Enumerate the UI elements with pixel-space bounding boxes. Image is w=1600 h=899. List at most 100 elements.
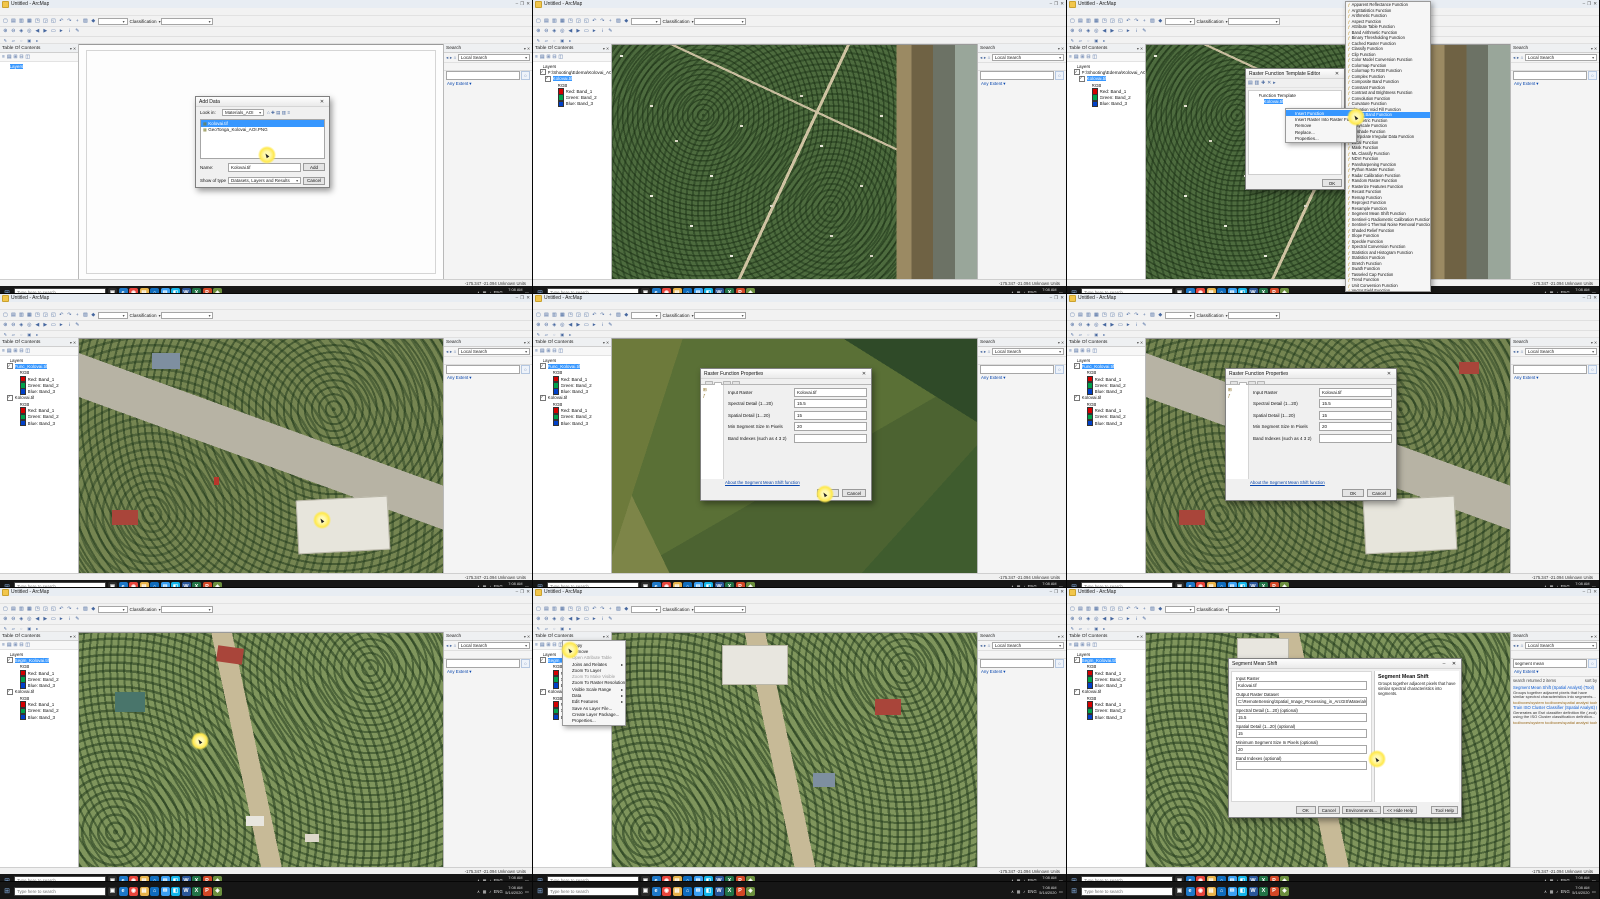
search-input[interactable]: segment mean bbox=[1513, 659, 1587, 668]
measure-icon[interactable]: ✎ bbox=[1141, 323, 1148, 328]
back-icon[interactable]: ◂ bbox=[1513, 643, 1515, 649]
table-icon[interactable]: ▧ bbox=[615, 607, 622, 612]
show-of-type-combobox[interactable]: Datasets, Layers and Results bbox=[228, 177, 301, 184]
snap-icon[interactable]: ▣ bbox=[26, 626, 33, 631]
language-indicator[interactable]: ENG bbox=[1561, 889, 1570, 894]
home-icon[interactable]: ⌂ bbox=[454, 55, 457, 60]
select-elements-icon[interactable]: ► bbox=[58, 29, 65, 34]
forward-extent-icon[interactable]: ▶ bbox=[575, 617, 582, 622]
forward-extent-icon[interactable]: ▶ bbox=[1109, 323, 1116, 328]
select-elements-icon[interactable]: ► bbox=[591, 617, 598, 622]
print-icon[interactable]: ▦ bbox=[26, 313, 33, 318]
maximize-icon[interactable]: ❐ bbox=[1587, 589, 1591, 595]
microsoft-store-icon[interactable]: ⌂ bbox=[150, 886, 159, 896]
back-extent-icon[interactable]: ◀ bbox=[567, 617, 574, 622]
save-icon[interactable]: ▥ bbox=[18, 313, 25, 318]
identify-icon[interactable]: i bbox=[1133, 29, 1140, 34]
gp-parameter[interactable]: Output Raster Dataset C:\RemoteSensing\Sp… bbox=[1236, 692, 1367, 706]
arcmap-icon[interactable]: ◈ bbox=[746, 876, 755, 881]
pan-icon[interactable]: ◈ bbox=[551, 617, 558, 622]
microsoft-store-icon[interactable]: ⌂ bbox=[683, 886, 692, 896]
volume-icon[interactable]: ♪ bbox=[1556, 878, 1558, 881]
select-elements-icon[interactable]: ► bbox=[1125, 617, 1132, 622]
home-icon[interactable]: ⌂ bbox=[1521, 349, 1524, 354]
any-extent-link[interactable]: Any Extent bbox=[981, 375, 1002, 381]
list-by-visibility-icon[interactable]: ⊞ bbox=[546, 55, 550, 60]
search-result-item[interactable]: Segment Mean Shift (Spatial Analyst) (To… bbox=[1513, 685, 1597, 705]
ok-button[interactable]: OK bbox=[1342, 489, 1364, 497]
identify-icon[interactable]: i bbox=[66, 617, 73, 622]
forward-icon[interactable]: ▸ bbox=[984, 55, 986, 61]
list-by-selection-icon[interactable]: ⊟ bbox=[1086, 349, 1090, 354]
taskbar-search-input[interactable] bbox=[14, 876, 106, 881]
classification-menu[interactable]: Classification bbox=[662, 313, 691, 318]
table-icon[interactable]: ▧ bbox=[1149, 607, 1156, 612]
paste-icon[interactable]: ◱ bbox=[50, 313, 57, 318]
measure-icon[interactable]: ✎ bbox=[607, 617, 614, 622]
classification-menu[interactable]: Classification bbox=[662, 607, 691, 612]
full-extent-icon[interactable]: ◎ bbox=[559, 323, 566, 328]
options-icon[interactable]: ◫ bbox=[1092, 55, 1097, 60]
add-data-icon[interactable]: + bbox=[607, 19, 614, 24]
dialog-tab[interactable] bbox=[723, 381, 731, 384]
add-data-icon[interactable]: + bbox=[607, 313, 614, 318]
back-extent-icon[interactable]: ◀ bbox=[34, 29, 41, 34]
sort-by-link[interactable]: sort by bbox=[1585, 678, 1597, 683]
options-icon[interactable]: ◫ bbox=[25, 643, 30, 648]
layer-checkbox[interactable] bbox=[540, 688, 546, 695]
catalog-icon[interactable]: ◆ bbox=[623, 607, 630, 612]
pan-icon[interactable]: ◈ bbox=[1085, 617, 1092, 622]
task-view-icon[interactable]: ▣ bbox=[641, 886, 650, 896]
dialog-field[interactable]: Min Segment Size In Pixels 20 bbox=[728, 422, 867, 431]
search-icon[interactable]: ○ bbox=[1588, 365, 1597, 374]
copy-icon[interactable]: ◲ bbox=[1109, 313, 1116, 318]
minimize-icon[interactable]: – bbox=[1050, 1, 1053, 7]
home-icon[interactable]: ⌂ bbox=[454, 643, 457, 648]
copy-icon[interactable]: ◲ bbox=[575, 313, 582, 318]
microsoft-store-icon[interactable]: ⌂ bbox=[1217, 876, 1226, 881]
context-menu-item[interactable]: Properties... bbox=[1286, 135, 1356, 141]
scale-combobox[interactable] bbox=[1164, 605, 1195, 613]
print-icon[interactable]: ▦ bbox=[559, 19, 566, 24]
photos-icon[interactable]: ◧ bbox=[704, 886, 713, 896]
dialog-field[interactable]: Min Segment Size In Pixels 20 bbox=[1253, 422, 1392, 431]
classification-layer-combobox[interactable] bbox=[694, 605, 747, 613]
print-icon[interactable]: ▦ bbox=[559, 313, 566, 318]
sketch-icon[interactable]: ▱ bbox=[543, 332, 550, 337]
language-indicator[interactable]: ENG bbox=[494, 878, 503, 881]
start-button[interactable]: ⊞ bbox=[2, 877, 12, 882]
pin-icon[interactable]: ▾ bbox=[524, 634, 526, 639]
tool-help-button[interactable]: Tool Help bbox=[1431, 806, 1458, 814]
language-indicator[interactable]: ENG bbox=[1028, 878, 1037, 881]
zoom-out-icon[interactable]: ⊖ bbox=[1077, 29, 1084, 34]
layer-checkbox[interactable] bbox=[540, 394, 546, 401]
close-icon[interactable]: ✕ bbox=[73, 46, 76, 51]
home-icon[interactable]: ⌂ bbox=[1521, 643, 1524, 648]
snap-icon[interactable]: ▣ bbox=[559, 332, 566, 337]
gp-parameter[interactable]: Spatial Detail (1...20) (optional) 15 bbox=[1236, 724, 1367, 738]
pin-icon[interactable]: ▾ bbox=[1591, 340, 1593, 345]
gp-parameter[interactable]: Band Indexes (optional) bbox=[1236, 756, 1367, 770]
toc-layer-item[interactable]: Blue: Band_3 bbox=[0, 419, 78, 427]
dialog-tab[interactable] bbox=[705, 381, 713, 384]
name-field[interactable]: Kolovai.tif bbox=[228, 162, 301, 172]
new-map-icon[interactable]: ▢ bbox=[535, 313, 542, 318]
paste-icon[interactable]: ◱ bbox=[583, 313, 590, 318]
back-icon[interactable]: ◂ bbox=[980, 55, 982, 61]
editor-pencil-icon[interactable]: ✎ bbox=[535, 332, 542, 337]
snap-icon[interactable]: ▣ bbox=[1093, 38, 1100, 43]
powerpoint-icon[interactable]: P bbox=[735, 876, 745, 881]
mail-icon[interactable]: ✉ bbox=[160, 876, 170, 881]
table-icon[interactable]: ▧ bbox=[615, 19, 622, 24]
undo-icon[interactable]: ↶ bbox=[58, 313, 65, 318]
photos-icon[interactable]: ◧ bbox=[704, 876, 713, 881]
task-view-icon[interactable]: ▣ bbox=[108, 886, 117, 896]
microsoft-store-icon[interactable]: ⌂ bbox=[150, 876, 159, 881]
any-extent-link[interactable]: Any Extent bbox=[981, 81, 1002, 87]
forward-extent-icon[interactable]: ▶ bbox=[42, 29, 49, 34]
identify-icon[interactable]: i bbox=[66, 29, 73, 34]
save-icon[interactable]: ▥ bbox=[1085, 607, 1092, 612]
sketch-icon[interactable]: ▱ bbox=[1077, 332, 1084, 337]
list-by-drawing-order-icon[interactable]: ≡ bbox=[1069, 349, 1072, 354]
paste-icon[interactable]: ◱ bbox=[1117, 607, 1124, 612]
